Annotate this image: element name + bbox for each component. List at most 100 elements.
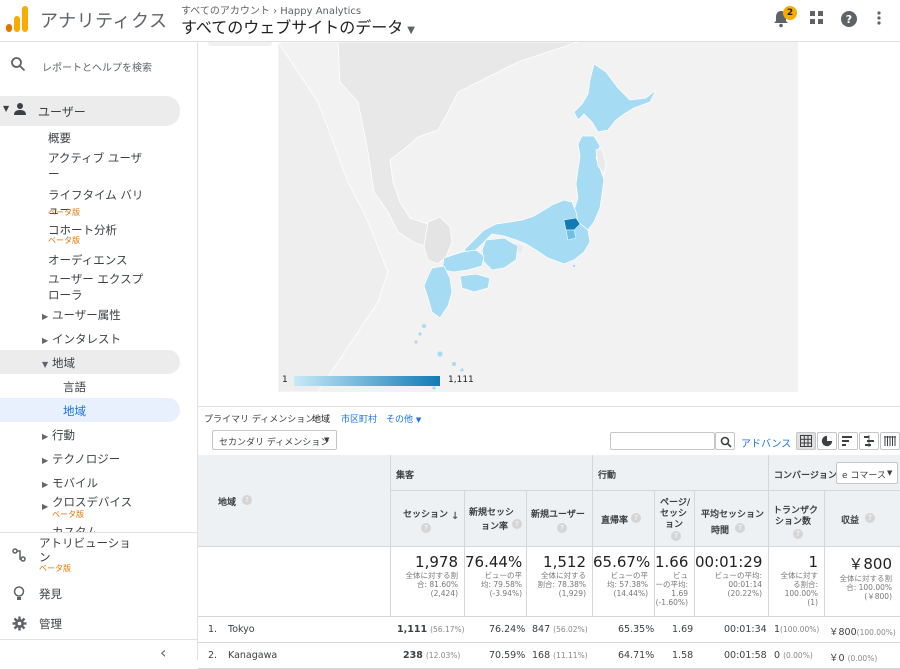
primary-dimension-bar: プライマリ ディメンション: 地域 市区町村 その他 ▼ [198, 406, 900, 428]
col-header-revenue[interactable]: 収益 ? [825, 491, 900, 547]
sidebar-item-user-explorer[interactable]: ユーザー エクスプ ローラ [48, 271, 143, 303]
view-title: すべてのウェブサイトのデータ [181, 18, 404, 37]
chevron-down-icon: ▼ [415, 416, 422, 424]
help-icon[interactable]: ? [839, 10, 859, 30]
total-pages-per-session: 1.66 ビュ ーの平均: 1.69 (-1.60%) [655, 547, 695, 617]
sidebar-item-discover[interactable]: 発見 [39, 586, 62, 602]
sidebar-item-technology[interactable]: ▶ テクノロジー [42, 451, 120, 467]
table-search-input[interactable] [610, 432, 715, 450]
col-header-bounce-rate[interactable]: 直帰率 ? [593, 491, 655, 547]
help-icon[interactable]: ? [735, 523, 745, 533]
notification-count-badge: 2 [783, 6, 797, 20]
geo-map: 1 1,111 [198, 40, 900, 404]
col-header-avg-session-duration[interactable]: 平均セッション 時間 ? [695, 491, 769, 547]
sidebar-item-audiences[interactable]: オーディエンス [48, 252, 127, 268]
map-canvas[interactable]: 1 1,111 [277, 40, 798, 393]
collapse-sidebar-icon[interactable]: ‹ [160, 643, 166, 662]
sidebar-item-active-users[interactable]: アクティブ ユーザー [48, 150, 142, 182]
chevron-right-icon: ▶ [42, 336, 49, 345]
sidebar: レポートとヘルプを検索 ▼ ユーザー 概要 アクティブ ユーザー ライフタイム … [0, 42, 198, 662]
app-name: アナリティクス [40, 11, 168, 32]
advanced-filter-link[interactable]: アドバンス [741, 435, 791, 450]
sidebar-item-mobile[interactable]: ▶ モバイル [42, 475, 98, 491]
performance-view-icon[interactable] [838, 432, 858, 450]
sidebar-item-cross-device[interactable]: ▶ クロスデバイス ベータ版 [42, 494, 132, 519]
svg-text:?: ? [846, 13, 852, 26]
group-header-behavior: 行動 [593, 455, 769, 491]
chevron-down-icon: ▼ [887, 469, 893, 477]
help-icon[interactable]: ? [242, 495, 252, 505]
help-icon[interactable]: ? [631, 513, 641, 523]
person-icon [13, 102, 27, 119]
sidebar-item-overview[interactable]: 概要 [48, 130, 71, 146]
more-vert-icon[interactable] [869, 10, 889, 30]
help-icon[interactable]: ? [793, 529, 803, 539]
group-header-conversion: コンバージョン e コマース ▼ [769, 455, 900, 491]
sidebar-item-geo[interactable]: ▼ 地域 [42, 355, 75, 371]
search-button[interactable] [715, 432, 735, 450]
chevron-right-icon: ▶ [42, 456, 49, 465]
sidebar-section-users[interactable] [0, 96, 180, 126]
sidebar-item-geo-bg[interactable] [0, 350, 180, 374]
total-transactions: 1 全体に対す る割合: 100.00% (1) [769, 547, 825, 617]
sidebar-item-interests[interactable]: ▶ インタレスト [42, 331, 121, 347]
sidebar-item-attribution[interactable]: アトリビューション ベータ版 [39, 536, 131, 573]
sidebar-section-users-label: ユーザー [38, 105, 86, 119]
help-icon[interactable]: ? [557, 523, 567, 533]
chevron-down-icon: ▼ [42, 360, 49, 369]
sidebar-item-demographics[interactable]: ▶ ユーザー属性 [42, 307, 121, 323]
sidebar-item-language[interactable]: 言語 [63, 379, 86, 395]
search-icon[interactable] [10, 56, 26, 75]
chevron-down-icon: ▼ [407, 25, 415, 36]
sidebar-item-custom[interactable]: カスタム [52, 524, 98, 532]
map-legend-gradient [294, 376, 440, 386]
help-icon[interactable]: ? [671, 531, 681, 541]
lightbulb-icon [13, 586, 25, 604]
sidebar-item-location[interactable]: 地域 [63, 403, 86, 419]
sidebar-item-location-active-bg[interactable] [0, 398, 180, 422]
region-link[interactable]: Tokyo [228, 624, 255, 635]
table-row[interactable]: 1. Tokyo 1,111 (56.17%) 76.24% 847 (56.0… [198, 617, 900, 643]
beta-badge: ベータ版 [52, 510, 84, 519]
pivot-view-icon[interactable] [880, 432, 900, 450]
top-header: アナリティクス すべてのアカウント › Happy Analytics すべての… [0, 0, 900, 42]
sidebar-item-admin[interactable]: 管理 [39, 616, 62, 632]
col-header-sessions[interactable]: セッション ? ↓ [391, 491, 465, 547]
primary-dimension-city[interactable]: 市区町村 [341, 412, 377, 425]
table-row[interactable]: 2. Kanagawa 238 (12.03%) 70.59% 168 (11.… [198, 643, 900, 669]
region-link[interactable]: Kanagawa [228, 650, 277, 661]
table-view-icon[interactable] [796, 432, 816, 450]
attribution-icon [12, 548, 26, 565]
sort-descending-icon[interactable]: ↓ [451, 511, 459, 522]
col-header-new-session-rate[interactable]: 新規セッシ ョン率 ? [465, 491, 527, 547]
sidebar-item-behavior[interactable]: ▶ 行動 [42, 427, 75, 443]
secondary-dimension-select[interactable]: セカンダリ ディメンション ▼ [212, 430, 337, 450]
chevron-down-icon: ▼ [324, 436, 330, 444]
col-header-pages-per-session[interactable]: ページ/ セッシ ョン ? [655, 491, 695, 547]
col-header-new-users[interactable]: 新規ユーザー ? [527, 491, 593, 547]
report-search-input[interactable]: レポートとヘルプを検索 [42, 59, 152, 74]
apps-grid-icon[interactable] [807, 10, 827, 30]
table-toolbar: セカンダリ ディメンション ▼ アドバンス [198, 428, 900, 456]
conversion-type-select[interactable]: e コマース ▼ [836, 462, 898, 484]
analytics-logo-icon[interactable] [6, 6, 28, 32]
gear-icon [12, 616, 27, 634]
divider [0, 639, 197, 640]
beta-badge: ベータ版 [39, 564, 71, 573]
primary-dimension-region[interactable]: 地域 [312, 412, 330, 425]
help-icon[interactable]: ? [512, 519, 522, 529]
col-header-transactions[interactable]: トランザク ション数 ? [769, 491, 825, 547]
chevron-right-icon: ▶ [42, 502, 49, 511]
total-bounce-rate: 65.67% ビューの平 均: 57.38% (14.44%) [593, 547, 655, 617]
help-icon[interactable]: ? [865, 513, 875, 523]
japan-map-svg [277, 40, 657, 393]
map-legend-max: 1,111 [448, 375, 474, 385]
total-revenue: ￥800 全体に対する割 合: 100.00% (￥800) [825, 547, 900, 617]
help-icon[interactable]: ? [421, 523, 431, 533]
pie-view-icon[interactable] [817, 432, 837, 450]
primary-dimension-other[interactable]: その他 ▼ [386, 412, 421, 425]
view-selector[interactable]: すべてのウェブサイトのデータ ▼ [181, 14, 415, 38]
col-header-region[interactable]: 地域? [198, 455, 391, 547]
comparison-view-icon[interactable] [859, 432, 879, 450]
explorer-table: 地域? 集客 行動 コンバージョン e コマース ▼ セッション ? ↓ 新規セ… [198, 455, 900, 669]
